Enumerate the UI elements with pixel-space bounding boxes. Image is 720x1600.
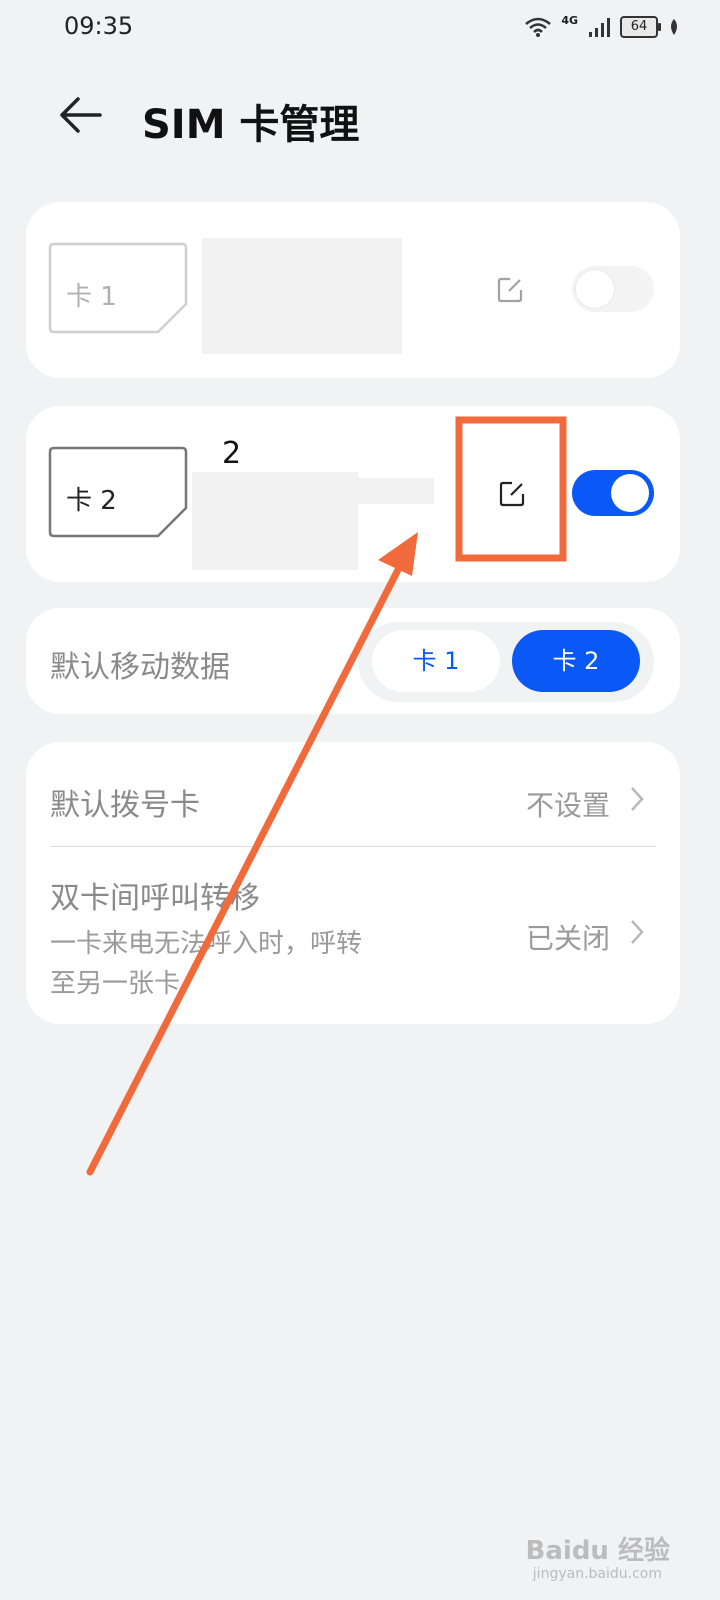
status-icons: 4G 64	[525, 12, 680, 42]
battery-level: 64	[630, 19, 648, 34]
sim1-toggle[interactable]	[572, 266, 654, 312]
default-dial-label: 默认拨号卡	[50, 788, 200, 823]
sim2-card: 卡 2 2	[26, 406, 680, 582]
sim2-name: 2	[222, 436, 242, 471]
default-data-label: 默认移动数据	[50, 650, 230, 685]
toggle-knob	[576, 270, 614, 308]
status-time: 09:35	[64, 12, 134, 40]
sim2-info-redacted	[192, 472, 358, 570]
sim1-icon-label: 卡 1	[66, 282, 117, 312]
call-forward-value: 已关闭	[526, 922, 611, 955]
toggle-knob	[611, 474, 649, 512]
edit-icon[interactable]	[496, 276, 524, 304]
call-forward-row[interactable]: 双卡间呼叫转移 一卡来电无法呼入时，呼转 至另一张卡 已关闭	[26, 847, 680, 1024]
signal-icon	[589, 18, 610, 37]
watermark-url: jingyan.baidu.com	[532, 1566, 662, 1582]
wifi-icon	[525, 17, 552, 37]
call-forward-subtitle-line1: 一卡来电无法呼入时，呼转	[50, 929, 363, 959]
default-data-card: 默认移动数据 卡 1 卡 2	[26, 608, 680, 714]
edit-icon[interactable]	[498, 480, 526, 508]
call-settings-card: 默认拨号卡 不设置 双卡间呼叫转移 一卡来电无法呼入时，呼转 至另一张卡 已关闭	[26, 742, 680, 1024]
back-arrow-icon[interactable]	[56, 90, 106, 140]
sim2-toggle[interactable]	[572, 470, 654, 516]
leaf-icon	[671, 19, 677, 35]
default-dial-row[interactable]: 默认拨号卡 不设置	[26, 742, 680, 846]
call-forward-title: 双卡间呼叫转移	[50, 881, 260, 916]
network-type: 4G	[561, 13, 578, 27]
chevron-right-icon	[631, 787, 644, 811]
battery-icon: 64	[620, 16, 661, 38]
chevron-right-icon	[631, 920, 644, 944]
sim1-info-redacted	[202, 238, 402, 354]
page-title: SIM 卡管理	[142, 102, 360, 148]
call-forward-subtitle-line2: 至另一张卡	[50, 969, 181, 999]
sim2-info-redacted-2	[358, 478, 434, 504]
sim1-card: 卡 1	[26, 202, 680, 378]
sim2-icon-label: 卡 2	[66, 486, 117, 516]
default-data-option-sim2[interactable]: 卡 2	[512, 630, 640, 692]
default-data-option-sim1[interactable]: 卡 1	[372, 630, 500, 692]
watermark-logo: Baidu 经验	[525, 1536, 670, 1566]
default-data-selector: 卡 1 卡 2	[358, 622, 654, 702]
default-dial-value: 不设置	[526, 789, 611, 822]
